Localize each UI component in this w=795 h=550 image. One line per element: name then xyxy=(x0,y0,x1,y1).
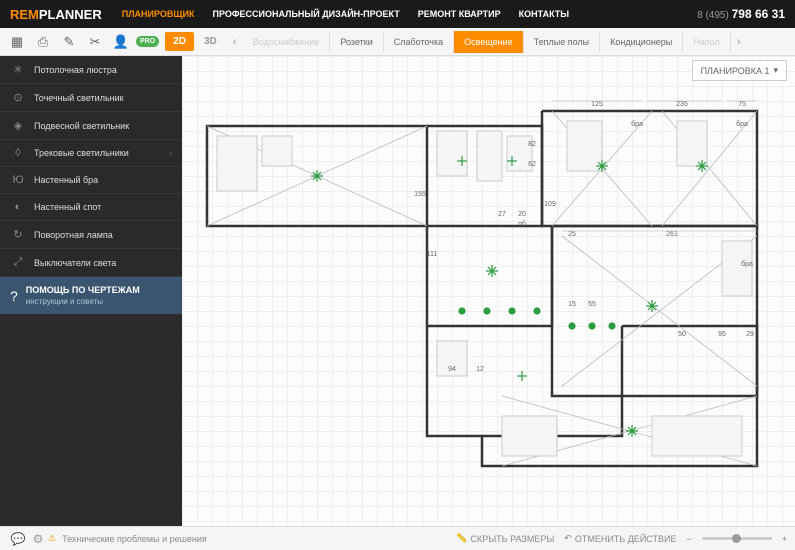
floorplan-canvas[interactable]: ПЛАНИРОВКА 1 ▾ xyxy=(182,56,795,526)
user-icon[interactable]: 👤 xyxy=(110,31,132,53)
logo-planner: PLANNER xyxy=(39,7,102,22)
svg-text:бра: бра xyxy=(741,260,753,268)
nav-planner[interactable]: ПЛАНИРОВЩИК xyxy=(122,9,195,19)
help-title: ПОМОЩЬ ПО ЧЕРТЕЖАМ xyxy=(26,285,140,295)
svg-text:бра: бра xyxy=(736,120,748,128)
tab-ac[interactable]: Кондиционеры xyxy=(600,31,683,53)
svg-text:75: 75 xyxy=(738,101,746,108)
swivel-icon: ↻ xyxy=(10,228,26,241)
svg-text:20: 20 xyxy=(518,211,526,218)
tab-lighting[interactable]: Освещение xyxy=(454,31,524,53)
svg-text:25: 25 xyxy=(568,231,576,238)
tab-scroll-left[interactable]: ‹ xyxy=(227,36,243,48)
hide-dims-button[interactable]: 📏СКРЫТЬ РАЗМЕРЫ xyxy=(456,533,554,544)
zoom-slider[interactable] xyxy=(702,537,772,540)
tab-water[interactable]: Водоснабжение xyxy=(243,31,331,53)
tab-scroll-right[interactable]: › xyxy=(731,36,747,48)
zoom-thumb[interactable] xyxy=(732,534,741,543)
layers-icon[interactable]: ▦ xyxy=(6,31,28,53)
logo[interactable]: REMPLANNER xyxy=(10,7,102,22)
sidebar-item-chandelier[interactable]: ✳Потолочная люстра xyxy=(0,56,182,84)
svg-text:155: 155 xyxy=(414,191,426,198)
layout-selector[interactable]: ПЛАНИРОВКА 1 ▾ xyxy=(692,60,787,81)
svg-text:94: 94 xyxy=(448,366,456,373)
view-3d-button[interactable]: 3D xyxy=(196,32,225,51)
ruler-icon: 📏 xyxy=(456,533,467,544)
view-2d-button[interactable]: 2D xyxy=(165,32,194,51)
sidebar-item-swivel[interactable]: ↻Поворотная лампа xyxy=(0,221,182,249)
svg-text:62: 62 xyxy=(528,161,536,168)
tab-lowvoltage[interactable]: Слаботочка xyxy=(384,31,454,53)
svg-text:125: 125 xyxy=(591,101,603,108)
print-icon[interactable]: ⎙ xyxy=(32,31,54,53)
sidebar-item-pendant[interactable]: ◈Подвесной светильник xyxy=(0,112,182,140)
svg-text:261: 261 xyxy=(666,231,678,238)
chandelier-icon: ✳ xyxy=(10,63,26,76)
svg-text:55: 55 xyxy=(588,301,596,308)
svg-text:95: 95 xyxy=(718,331,726,338)
nav-contacts[interactable]: КОНТАКТЫ xyxy=(519,9,569,19)
logo-rem: REM xyxy=(10,7,39,22)
chat-icon[interactable]: 💬 xyxy=(8,532,28,546)
wallspot-icon: ◐ xyxy=(10,201,26,213)
issues-link[interactable]: Технические проблемы и решения xyxy=(62,534,207,544)
help-box[interactable]: ? ПОМОЩЬ ПО ЧЕРТЕЖАМ инструкции и советы xyxy=(0,277,182,314)
svg-text:235: 235 xyxy=(676,101,688,108)
measure-icon[interactable]: ✎ xyxy=(58,31,80,53)
switch-icon: ⤢ xyxy=(10,256,26,269)
svg-text:пб: пб xyxy=(518,220,526,228)
sidebar-item-spot[interactable]: ⊙Точечный светильник xyxy=(0,84,182,112)
sidebar-item-track[interactable]: ◊Трековые светильники› xyxy=(0,140,182,167)
tab-sockets[interactable]: Розетки xyxy=(330,31,383,53)
chevron-down-icon: ▾ xyxy=(773,65,778,76)
zoom-out-button[interactable]: − xyxy=(686,534,691,544)
sidebar-item-wallspot[interactable]: ◐Настенный спот xyxy=(0,194,182,221)
svg-text:15: 15 xyxy=(568,301,576,308)
svg-text:50: 50 xyxy=(678,331,686,338)
tab-floor[interactable]: Теплые полы xyxy=(524,31,601,53)
lighting-sidebar: ✳Потолочная люстра ⊙Точечный светильник … xyxy=(0,56,182,526)
floorplan[interactable]: 125 235 75 155 27 20 109 111 25 261 15 5… xyxy=(202,96,762,476)
zoom-in-button[interactable]: + xyxy=(782,534,787,544)
pro-badge[interactable]: PRO xyxy=(136,36,159,47)
tab-flooring[interactable]: Напол xyxy=(683,31,730,53)
pendant-icon: ◈ xyxy=(10,119,26,132)
spot-icon: ⊙ xyxy=(10,91,26,104)
track-icon: ◊ xyxy=(10,147,26,159)
chevron-right-icon: › xyxy=(169,148,172,158)
sidebar-item-sconce[interactable]: ЮНастенный бра xyxy=(0,167,182,194)
phone: 8 (495) 798 66 31 xyxy=(697,7,785,21)
undo-icon: ↶ xyxy=(564,533,572,544)
sidebar-item-switches[interactable]: ⤢Выключатели света xyxy=(0,249,182,277)
svg-text:111: 111 xyxy=(427,251,438,258)
svg-text:82: 82 xyxy=(528,141,536,148)
undo-button[interactable]: ↶ОТМЕНИТЬ ДЕЙСТВИЕ xyxy=(564,533,676,544)
svg-text:бра: бра xyxy=(631,120,643,128)
help-sub: инструкции и советы xyxy=(26,297,140,306)
nav-design[interactable]: ПРОФЕССИОНАЛЬНЫЙ ДИЗАЙН-ПРОЕКТ xyxy=(213,9,400,19)
svg-text:27: 27 xyxy=(498,211,506,218)
tools-icon[interactable]: ✂ xyxy=(84,31,106,53)
warning-icon: ⚠ xyxy=(48,533,56,544)
settings-icon[interactable]: ⚙ xyxy=(28,532,48,546)
help-icon: ? xyxy=(10,288,18,304)
svg-text:12: 12 xyxy=(476,366,484,373)
svg-text:29: 29 xyxy=(746,331,754,338)
nav-repair[interactable]: РЕМОНТ КВАРТИР xyxy=(418,9,501,19)
svg-text:109: 109 xyxy=(544,201,556,208)
sconce-icon: Ю xyxy=(10,174,26,186)
